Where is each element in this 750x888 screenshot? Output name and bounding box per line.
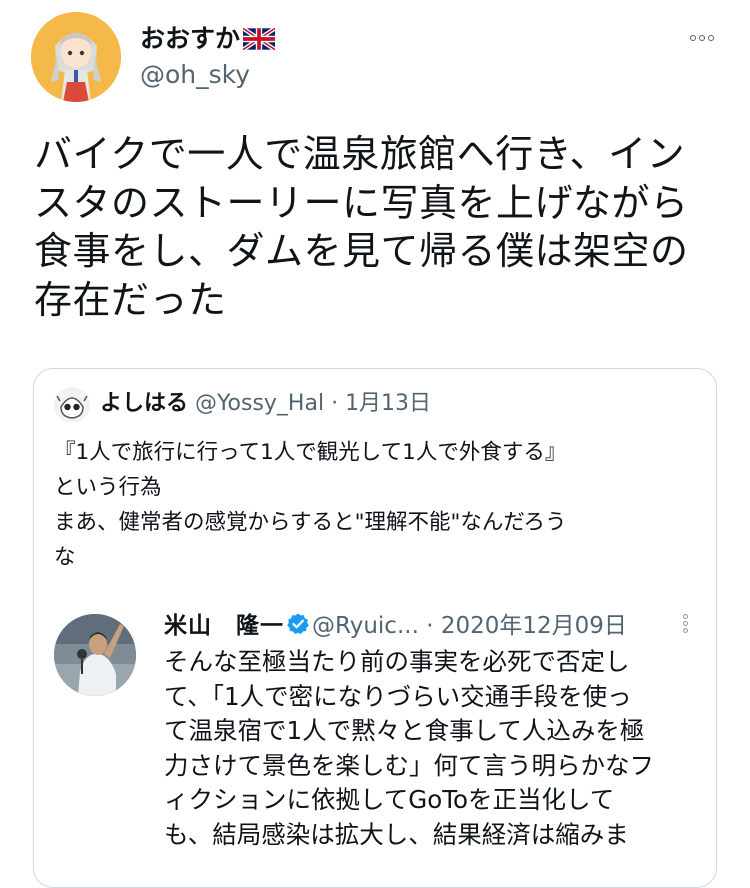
quote-author-name[interactable]: よしはる: [100, 391, 188, 416]
inner-text-line: も、結局感染は拡大し、結果経済は縮みま: [164, 819, 629, 849]
inner-text-line: て、「1人で密になりづらい交通手段を使っ: [164, 681, 632, 711]
tweet-text: バイクで一人で温泉旅館へ行き、イン スタのストーリーに写真を上げながら 食事をし…: [34, 130, 724, 324]
tweet-text-line: スタのストーリーに写真を上げながら: [34, 180, 689, 225]
quote-header: よしはる @Yossy_Hal · 1月13日: [100, 389, 431, 419]
verified-badge-icon: [286, 612, 310, 645]
inner-text-line: 力さけて景色を楽しむ」何て言う明らかなフ: [164, 750, 654, 780]
quote-author-avatar[interactable]: [54, 387, 90, 423]
inner-date[interactable]: 2020年12月09日: [441, 613, 627, 639]
inner-tweet-text: そんな至極当たり前の事実を必死で否定し て、「1人で密になりづらい交通手段を使っ…: [164, 645, 704, 852]
quote-text-line: まあ、健常者の感覚からすると"理解不能"なんだろう: [54, 510, 567, 535]
tweet-text-line: バイクで一人で温泉旅館へ行き、イン: [34, 132, 686, 176]
tweet-text-line: 存在だった: [34, 277, 227, 322]
quote-text: 『1人で旅行に行って1人で観光して1人で外食する』 という行為 まあ、健常者の感…: [54, 435, 704, 575]
separator: ·: [418, 613, 441, 639]
quote-author-handle[interactable]: @Yossy_Hal: [195, 391, 324, 416]
author-avatar[interactable]: [31, 12, 121, 102]
uk-flag-icon: [241, 26, 277, 57]
more-options-icon[interactable]: [678, 614, 692, 638]
quote-text-line: という行為: [54, 475, 162, 500]
inner-text-line: そんな至極当たり前の事実を必死で否定し: [164, 647, 630, 676]
quote-date[interactable]: 1月13日: [345, 391, 431, 416]
author-handle[interactable]: @oh_sky: [140, 60, 250, 90]
quoted-tweet-card[interactable]: よしはる @Yossy_Hal · 1月13日 『1人で旅行に行って1人で観光し…: [33, 368, 717, 888]
inner-text-line: ィクションに依拠してGoToを正当化して: [164, 785, 615, 814]
separator: ·: [324, 391, 346, 416]
inner-header: 米山 隆一 @Ryuic... · 2020年12月09日: [164, 610, 627, 645]
inner-text-line: て温泉宿で1人で黙々と食事して人込みを極: [164, 716, 645, 745]
quote-text-line: な: [54, 545, 76, 570]
inner-author-handle[interactable]: @Ryuic...: [312, 613, 419, 639]
inner-author-avatar[interactable]: [54, 614, 136, 696]
author-display-name[interactable]: おおすか: [140, 24, 277, 57]
inner-author-name[interactable]: 米山 隆一: [164, 613, 284, 639]
quote-text-line: 『1人で旅行に行って1人で観光して1人で外食する』: [54, 440, 567, 465]
more-options-icon[interactable]: [684, 30, 720, 46]
tweet-text-line: 食事をし、ダムを見て帰る僕は架空の: [34, 229, 689, 273]
